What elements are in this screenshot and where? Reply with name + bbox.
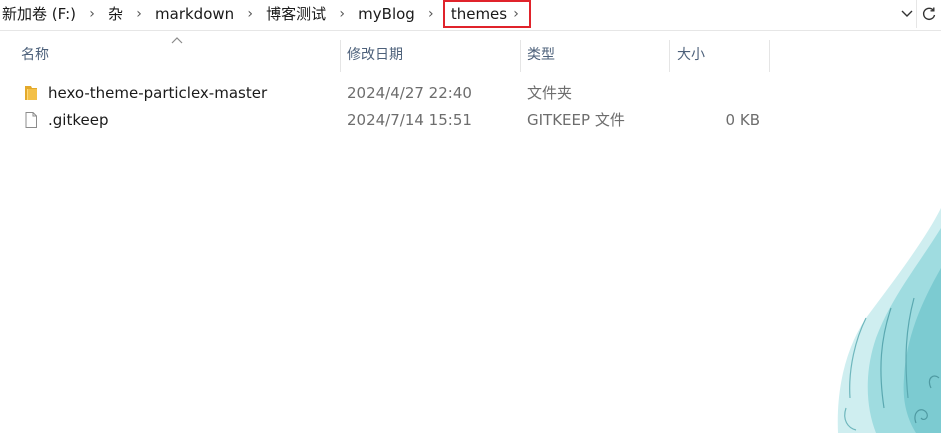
file-type: 文件夹: [527, 84, 573, 102]
column-header-name[interactable]: 名称: [14, 40, 340, 72]
file-row-folder[interactable]: hexo-theme-particlex-master 2024/4/27 22…: [0, 80, 770, 106]
file-row-gitkeep[interactable]: .gitkeep 2024/7/14 15:51 GITKEEP 文件 0 KB: [0, 107, 770, 133]
file-size: 0 KB: [725, 111, 760, 129]
chevron-down-icon: [901, 10, 913, 17]
breadcrumb-item-themes[interactable]: themes ›: [442, 0, 532, 28]
chevron-right-icon[interactable]: ›: [417, 6, 445, 22]
file-name: .gitkeep: [48, 111, 109, 129]
breadcrumb: 新加卷 (F:) › 杂 › markdown › 博客测试 › myBlog …: [0, 0, 532, 28]
address-bar[interactable]: 新加卷 (F:) › 杂 › markdown › 博客测试 › myBlog …: [0, 0, 941, 31]
file-modified: 2024/7/14 15:51: [347, 111, 472, 129]
chevron-right-icon[interactable]: ›: [328, 6, 356, 22]
chevron-right-icon[interactable]: ›: [507, 6, 525, 22]
breadcrumb-item-za[interactable]: 杂: [106, 0, 125, 28]
refresh-icon: [922, 7, 936, 21]
breadcrumb-current-label: themes: [450, 5, 508, 23]
column-header-type[interactable]: 类型: [520, 40, 670, 72]
column-header-modified[interactable]: 修改日期: [340, 40, 520, 72]
file-type: GITKEEP 文件: [527, 111, 625, 129]
chevron-right-icon[interactable]: ›: [236, 6, 264, 22]
breadcrumb-item-markdown[interactable]: markdown: [153, 0, 236, 28]
file-modified: 2024/4/27 22:40: [347, 84, 472, 102]
file-explorer-window: 新加卷 (F:) › 杂 › markdown › 博客测试 › myBlog …: [0, 0, 941, 433]
breadcrumb-item-myblog[interactable]: myBlog: [356, 0, 417, 28]
breadcrumb-item-drive[interactable]: 新加卷 (F:): [0, 0, 78, 28]
refresh-button[interactable]: [916, 0, 941, 28]
history-dropdown-button[interactable]: [898, 0, 916, 28]
breadcrumb-item-blog-test[interactable]: 博客测试: [264, 0, 328, 28]
folder-icon: [22, 84, 40, 102]
wallpaper-artwork-image: [837, 208, 941, 433]
column-header-row: 名称 修改日期 类型 大小: [0, 40, 770, 72]
chevron-right-icon[interactable]: ›: [125, 6, 153, 22]
column-header-size[interactable]: 大小: [670, 40, 770, 72]
chevron-right-icon[interactable]: ›: [78, 6, 106, 22]
file-name: hexo-theme-particlex-master: [48, 84, 268, 102]
file-icon: [22, 111, 40, 129]
column-divider[interactable]: [769, 40, 770, 72]
address-bar-controls: [898, 0, 941, 28]
